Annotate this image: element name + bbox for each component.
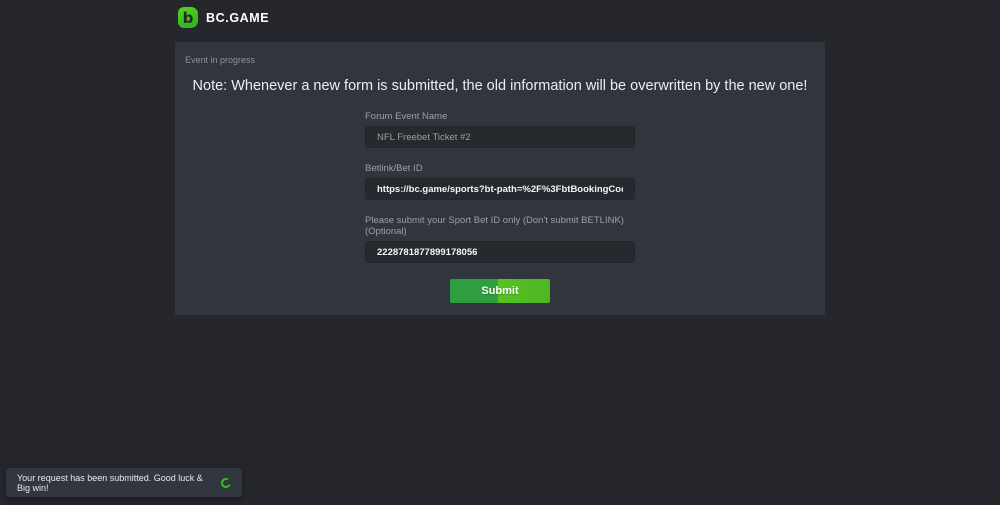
betlink-bet-id-input[interactable] — [365, 178, 635, 200]
logo-letter: b — [183, 9, 194, 27]
overwrite-note: Note: Whenever a new form is submitted, … — [175, 78, 825, 94]
toast-message: Your request has been submitted. Good lu… — [17, 473, 213, 493]
forum-event-name-label: Forum Event Name — [365, 111, 635, 122]
event-status-label: Event in progress — [185, 55, 255, 65]
success-toast: Your request has been submitted. Good lu… — [6, 468, 242, 497]
submit-row: Submit — [365, 279, 635, 303]
event-form-panel: Event in progress Note: Whenever a new f… — [175, 42, 825, 315]
brand-logo[interactable]: b BC.GAME — [178, 7, 269, 28]
green-crescent-spinner-icon — [220, 476, 233, 489]
sport-bet-id-label: Please submit your Sport Bet ID only (Do… — [365, 215, 635, 237]
app-header: b BC.GAME — [0, 0, 1000, 40]
bc-game-logo-icon: b — [178, 7, 198, 28]
forum-event-name-input[interactable] — [365, 126, 635, 148]
event-form: Forum Event Name Betlink/Bet ID Please s… — [365, 111, 635, 303]
submit-button[interactable]: Submit — [450, 279, 550, 303]
sport-bet-id-input[interactable] — [365, 241, 635, 263]
brand-name: BC.GAME — [206, 11, 269, 25]
betlink-bet-id-label: Betlink/Bet ID — [365, 163, 635, 174]
